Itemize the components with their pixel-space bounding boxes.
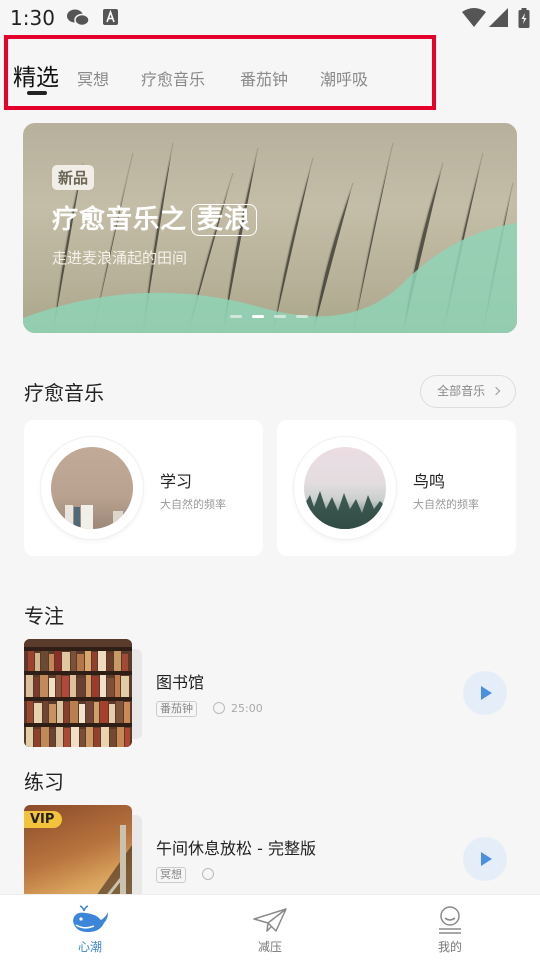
whale-icon xyxy=(73,905,108,932)
tab-healing-music[interactable]: 疗愈音乐 xyxy=(141,66,205,90)
banner-dot[interactable] xyxy=(274,315,286,318)
music-card-birdsong[interactable]: 鸟鸣 大自然的频率 xyxy=(277,420,516,556)
tab-pomodoro[interactable]: 番茄钟 xyxy=(240,66,288,90)
clock-icon xyxy=(202,868,214,880)
play-button[interactable] xyxy=(463,837,507,881)
profile-icon xyxy=(439,906,461,934)
music-desc: 大自然的频率 xyxy=(413,498,479,511)
track-tag: 冥想 xyxy=(156,867,186,883)
category-tabs: 精选 冥想 疗愈音乐 番茄钟 潮呼吸 xyxy=(10,44,480,106)
battery-icon xyxy=(518,8,530,32)
wifi-icon xyxy=(462,8,486,32)
section-title-practice: 练习 xyxy=(24,770,64,794)
nav-label: 我的 xyxy=(437,940,462,954)
track-tag: 番茄钟 xyxy=(156,701,197,717)
study-cover-image xyxy=(51,447,133,529)
all-music-button[interactable]: 全部音乐 xyxy=(420,375,516,408)
status-time: 1:30 xyxy=(10,6,55,30)
banner-dot[interactable] xyxy=(230,315,242,318)
section-title-healing-music: 疗愈音乐 xyxy=(24,381,104,405)
music-desc: 大自然的频率 xyxy=(160,498,226,511)
tab-tidal-breathing[interactable]: 潮呼吸 xyxy=(320,66,368,90)
track-duration: 25:00 xyxy=(231,702,263,715)
banner-dot-active[interactable] xyxy=(252,315,264,318)
section-title-focus: 专注 xyxy=(24,604,64,628)
all-music-label: 全部音乐 xyxy=(437,384,486,398)
banner-title-highlight: 麦浪 xyxy=(191,204,258,236)
vip-badge: VIP xyxy=(24,811,63,828)
play-button[interactable] xyxy=(463,671,507,715)
play-icon xyxy=(481,686,492,700)
tab-featured[interactable]: 精选 xyxy=(13,58,59,92)
nav-item-mine[interactable]: 我的 xyxy=(360,895,540,960)
status-bar: 1:30 xyxy=(0,0,540,36)
featured-banner[interactable]: 新品 疗愈音乐之 麦浪 走进麦浪涌起的田间 xyxy=(23,123,517,333)
bottom-navigation: 心潮 减压 我的 xyxy=(0,894,540,960)
clock-icon xyxy=(213,702,225,714)
music-disc xyxy=(41,437,143,539)
nav-label: 心潮 xyxy=(77,940,102,954)
music-name: 学习 xyxy=(160,472,193,491)
play-icon xyxy=(481,852,492,866)
nav-item-stress-relief[interactable]: 减压 xyxy=(180,895,360,960)
banner-dot[interactable] xyxy=(296,315,308,318)
new-badge: 新品 xyxy=(52,165,95,190)
track-library[interactable]: 图书馆 番茄钟 25:00 xyxy=(24,639,516,747)
nav-item-xinchao[interactable]: 心潮 xyxy=(0,895,180,960)
music-disc xyxy=(294,437,396,539)
music-card-study[interactable]: 学习 大自然的频率 xyxy=(24,420,263,556)
wechat-icon xyxy=(66,8,90,32)
track-name: 图书馆 xyxy=(156,673,205,692)
banner-title: 疗愈音乐之 麦浪 xyxy=(52,199,258,236)
banner-subtitle: 走进麦浪涌起的田间 xyxy=(52,249,188,267)
text-a-icon xyxy=(103,8,119,30)
chevron-right-icon xyxy=(491,386,501,396)
library-cover-image xyxy=(24,639,132,747)
paper-plane-icon xyxy=(253,908,287,932)
nav-label: 减压 xyxy=(257,940,282,954)
banner-title-prefix: 疗愈音乐之 xyxy=(52,205,188,235)
tab-meditation[interactable]: 冥想 xyxy=(77,66,109,90)
track-name: 午间休息放松 - 完整版 xyxy=(156,839,316,858)
signal-icon xyxy=(489,8,509,32)
tab-indicator xyxy=(27,91,47,95)
music-name: 鸟鸣 xyxy=(413,472,446,491)
birdsong-cover-image xyxy=(304,447,386,529)
